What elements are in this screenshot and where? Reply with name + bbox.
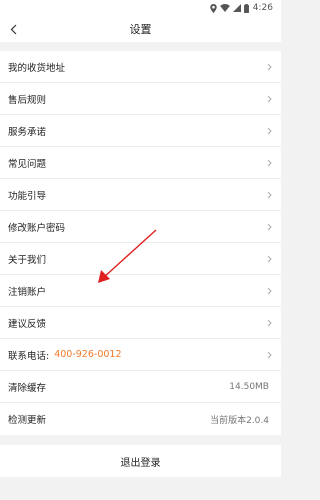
location-icon	[210, 3, 217, 13]
row-label: 联系电话:	[8, 350, 50, 362]
battery-icon	[243, 3, 249, 13]
row-feedback[interactable]: 建议反馈	[0, 307, 281, 339]
status-bar: 4:26	[0, 0, 281, 16]
row-label: 修改账户密码	[8, 222, 66, 234]
app-version: 当前版本2.0.4	[210, 415, 269, 426]
row-label: 我的收货地址	[8, 62, 66, 74]
chevron-right-icon	[265, 254, 273, 264]
row-label: 关于我们	[8, 254, 47, 266]
row-label: 常见问题	[8, 158, 47, 170]
row-faq[interactable]: 常见问题	[0, 147, 281, 179]
chevron-right-icon	[265, 318, 273, 328]
chevron-right-icon	[265, 94, 273, 104]
settings-list: 我的收货地址 售后规则 服务承诺 常见问题 功能引导 修改账户密码 关于我们 注…	[0, 51, 281, 435]
chevron-right-icon	[265, 350, 273, 360]
row-shipping-address[interactable]: 我的收货地址	[0, 51, 281, 83]
row-label: 功能引导	[8, 190, 47, 202]
nav-bar: 设置	[0, 16, 281, 42]
cache-size: 14.50MB	[229, 381, 269, 392]
logout-button[interactable]: 退出登录	[0, 445, 281, 477]
row-change-password[interactable]: 修改账户密码	[0, 211, 281, 243]
page-title: 设置	[129, 23, 152, 36]
chevron-right-icon	[265, 62, 273, 72]
row-feature-guide[interactable]: 功能引导	[0, 179, 281, 211]
signal-icon	[232, 4, 241, 12]
row-label: 售后规则	[8, 94, 47, 106]
chevron-right-icon	[265, 222, 273, 232]
row-label: 服务承诺	[8, 126, 47, 138]
row-about-us[interactable]: 关于我们	[0, 243, 281, 275]
row-check-update[interactable]: 检测更新 当前版本2.0.4	[0, 403, 281, 435]
row-label: 注销账户	[8, 286, 47, 298]
row-label: 检测更新	[8, 415, 47, 426]
row-after-sales-rules[interactable]: 售后规则	[0, 83, 281, 115]
row-service-commitment[interactable]: 服务承诺	[0, 115, 281, 147]
row-contact-phone[interactable]: 联系电话: 400-926-0012	[0, 339, 281, 371]
row-delete-account[interactable]: 注销账户	[0, 275, 281, 307]
chevron-right-icon	[265, 158, 273, 168]
chevron-right-icon	[265, 286, 273, 296]
row-label: 清除缓存	[8, 382, 47, 394]
chevron-right-icon	[265, 126, 273, 136]
row-label: 建议反馈	[8, 318, 47, 330]
phone-number[interactable]: 400-926-0012	[54, 349, 121, 360]
chevron-right-icon	[265, 190, 273, 200]
row-clear-cache[interactable]: 清除缓存 14.50MB	[0, 371, 281, 403]
wifi-icon	[219, 4, 230, 12]
status-time: 4:26	[252, 3, 273, 13]
